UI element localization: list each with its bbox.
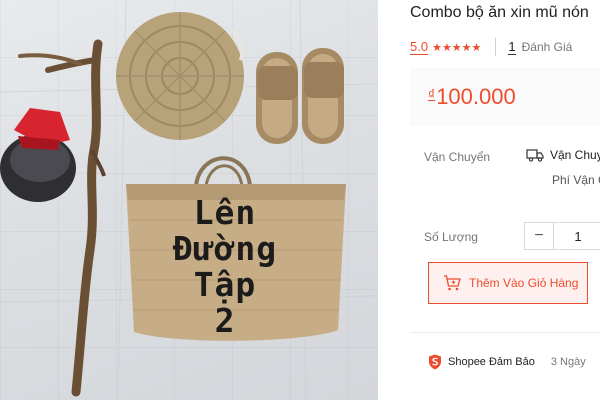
shipping-value[interactable]: Vận Chuy (526, 148, 600, 162)
review-label: Đánh Giá (521, 40, 573, 54)
sandals (256, 48, 344, 144)
product-info-panel: Combo bộ ăn xin mũ nón 5.0 ★★★★★ 1 Đánh … (378, 0, 600, 400)
quantity-decrease-button[interactable]: − (524, 222, 554, 250)
rating-stars-icon: ★★★★★ (432, 41, 482, 54)
bag-text-line-4: 2 (214, 301, 236, 340)
guarantee-days: 3 Ngày (550, 356, 586, 368)
shield-icon (429, 354, 441, 370)
rating-row: 5.0 ★★★★★ 1 Đánh Giá (410, 38, 572, 56)
price-value: 100.000 (436, 84, 516, 109)
bag-text-line-3: Tập (193, 265, 257, 304)
product-title: Combo bộ ăn xin mũ nón (410, 4, 589, 21)
conical-hat (116, 12, 244, 140)
shipping-label: Vận Chuyển (424, 150, 491, 164)
shipping-fee-text: Phí Vận C (552, 173, 600, 187)
currency-symbol: ₫ (428, 86, 436, 102)
guarantee-label: Shopee Đảm Bảo (448, 356, 535, 368)
add-to-cart-button[interactable]: Thêm Vào Giỏ Hàng (428, 262, 588, 304)
add-to-cart-label: Thêm Vào Giỏ Hàng (469, 276, 579, 290)
quantity-input[interactable]: 1 (554, 222, 600, 250)
quantity-label: Số Lượng (424, 230, 478, 244)
begging-bowl (0, 108, 76, 202)
bag-text-line-1: Lên (193, 193, 257, 232)
add-cart-icon (444, 275, 461, 291)
product-price: ₫100.000 (428, 84, 516, 110)
section-divider (410, 332, 600, 333)
review-count[interactable]: 1 (508, 39, 516, 55)
quantity-stepper: − 1 + (524, 222, 600, 250)
walking-stick (18, 39, 106, 397)
shopee-guarantee[interactable]: Shopee Đảm Bảo 3 Ngày (428, 354, 586, 370)
rating-score[interactable]: 5.0 (410, 39, 429, 55)
product-image[interactable]: Lên Đường Tập 2 (0, 0, 378, 400)
truck-icon (526, 149, 544, 162)
shipping-value-text: Vận Chuy (550, 148, 600, 162)
divider (495, 38, 497, 56)
bag-text-line-2: Đường (172, 229, 278, 268)
price-box: ₫100.000 (410, 68, 600, 126)
